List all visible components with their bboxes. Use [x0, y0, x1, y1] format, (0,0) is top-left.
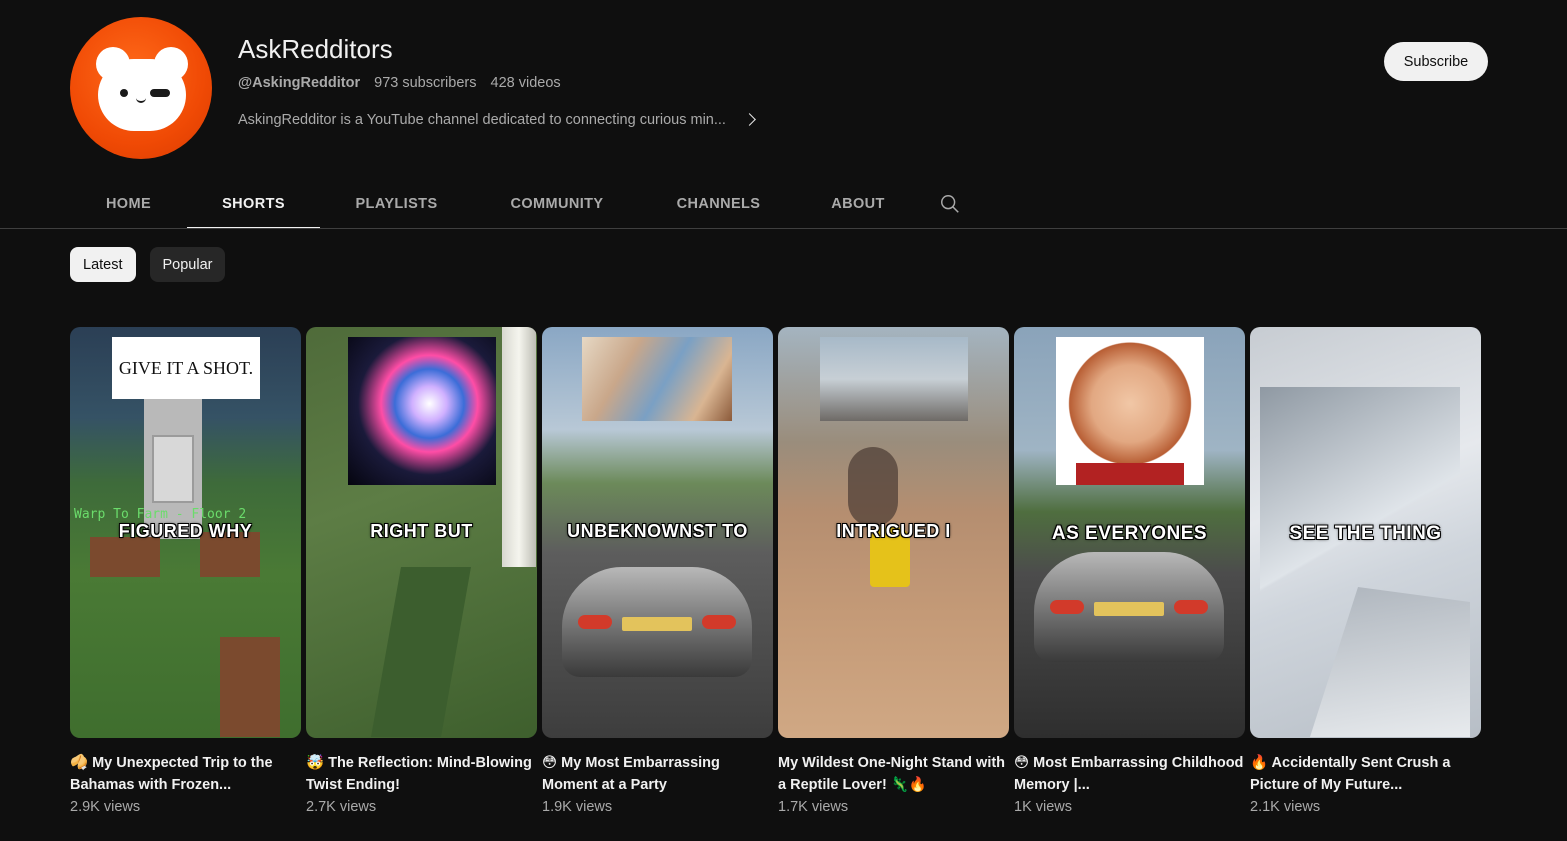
channel-header: AskRedditors @AskingRedditor 973 subscri… [70, 17, 1490, 159]
thumb-caption: RIGHT BUT [370, 521, 473, 541]
tabs-divider [0, 228, 1567, 229]
description-text: AskingRedditor is a YouTube channel dedi… [238, 112, 726, 128]
thumb-inset-image [348, 337, 496, 485]
channel-name: AskRedditors [238, 34, 393, 64]
chip-latest[interactable]: Latest [70, 247, 136, 282]
short-views: 1.7K views [778, 799, 849, 815]
thumb-scenery [1094, 602, 1164, 616]
short-card[interactable]: UNBEKNOWNST TO 😳 My Most Embarrassing Mo… [542, 327, 773, 815]
tab-about[interactable]: ABOUT [796, 178, 920, 229]
short-card[interactable]: AS EVERYONES 😳 Most Embarrassing Childho… [1014, 327, 1245, 815]
chip-popular[interactable]: Popular [149, 247, 226, 282]
short-title[interactable]: 🥠 My Unexpected Trip to the Bahamas with… [70, 752, 301, 796]
short-views: 2.9K views [70, 799, 141, 815]
short-views: 2.7K views [306, 799, 377, 815]
short-title[interactable]: My Wildest One-Night Stand with a Reptil… [778, 752, 1009, 796]
thumb-scenery [702, 615, 736, 629]
thumb-scenery [622, 617, 692, 631]
short-card[interactable]: RIGHT BUT 🤯 The Reflection: Mind-Blowing… [306, 327, 537, 815]
short-thumbnail[interactable]: Warp To Farm - Floor 2 GIVE IT A SHOT. F… [70, 327, 301, 738]
short-thumbnail[interactable]: RIGHT BUT [306, 327, 537, 738]
thumb-scenery [220, 637, 280, 737]
sort-chips: Latest Popular [70, 247, 226, 282]
short-card[interactable]: SEE THE THING 🔥 Accidentally Sent Crush … [1250, 327, 1481, 815]
subscriber-count: 973 subscribers [374, 75, 477, 91]
thumb-scenery [371, 567, 471, 737]
short-title[interactable]: 😳 Most Embarrassing Childhood Memory |..… [1014, 752, 1245, 796]
thumb-game-text: Warp To Farm - Floor 2 [74, 507, 247, 522]
short-title[interactable]: 🔥 Accidentally Sent Crush a Picture of M… [1250, 752, 1481, 796]
short-views: 2.1K views [1250, 799, 1321, 815]
tab-shorts[interactable]: SHORTS [187, 178, 320, 229]
thumb-inset-image [1056, 337, 1204, 485]
video-count: 428 videos [490, 75, 561, 91]
short-views: 1K views [1014, 799, 1073, 815]
tab-community[interactable]: COMMUNITY [473, 178, 641, 229]
short-card[interactable]: INTRIGUED I My Wildest One-Night Stand w… [778, 327, 1009, 815]
thumb-caption: INTRIGUED I [836, 521, 951, 541]
thumb-car [1034, 552, 1224, 662]
thumb-scenery [578, 615, 612, 629]
thumb-caption: AS EVERYONES [1051, 523, 1208, 544]
thumb-caption: UNBEKNOWNST TO [567, 521, 748, 541]
thumb-scenery [1076, 463, 1184, 485]
thumb-scenery [1050, 600, 1084, 614]
short-thumbnail[interactable]: UNBEKNOWNST TO [542, 327, 773, 738]
tab-home[interactable]: HOME [70, 178, 187, 229]
shorts-grid: Warp To Farm - Floor 2 GIVE IT A SHOT. F… [70, 327, 1481, 815]
tab-search[interactable] [920, 178, 980, 229]
channel-avatar[interactable] [70, 17, 212, 159]
thumb-caption: FIGURED WHY [118, 521, 253, 541]
avatar-eye [120, 89, 128, 97]
thumb-scenery [1310, 587, 1470, 737]
thumb-scenery [1260, 387, 1460, 607]
short-views: 1.9K views [542, 799, 613, 815]
short-title[interactable]: 😳 My Most Embarrassing Moment at a Party [542, 752, 773, 796]
thumb-caption: SEE THE THING [1289, 523, 1442, 544]
tab-playlists[interactable]: PLAYLISTS [320, 178, 473, 229]
search-icon[interactable] [939, 193, 961, 215]
thumb-scenery [848, 447, 898, 527]
channel-handle: @AskingRedditor [238, 75, 361, 91]
short-thumbnail[interactable]: SEE THE THING [1250, 327, 1481, 738]
channel-meta: @AskingRedditor 973 subscribers 428 vide… [238, 75, 571, 91]
channel-tabs: HOME SHORTS PLAYLISTS COMMUNITY CHANNELS… [70, 178, 980, 229]
short-title[interactable]: 🤯 The Reflection: Mind-Blowing Twist End… [306, 752, 537, 796]
avatar-wink [150, 89, 170, 97]
avatar-face [98, 59, 186, 131]
thumb-scenery [1174, 600, 1208, 614]
thumb-inset-image [582, 337, 732, 421]
thumb-scenery [152, 435, 194, 503]
chevron-right-icon[interactable] [742, 111, 760, 129]
short-thumbnail[interactable]: AS EVERYONES [1014, 327, 1245, 738]
tab-channels[interactable]: CHANNELS [641, 178, 796, 229]
thumb-car [562, 567, 752, 677]
subscribe-button[interactable]: Subscribe [1384, 42, 1488, 81]
thumb-scenery [90, 537, 160, 577]
thumb-inset-image: GIVE IT A SHOT. [112, 337, 260, 399]
thumb-inset-image [820, 337, 968, 421]
channel-description[interactable]: AskingRedditor is a YouTube channel dedi… [238, 111, 760, 129]
short-card[interactable]: Warp To Farm - Floor 2 GIVE IT A SHOT. F… [70, 327, 301, 815]
short-thumbnail[interactable]: INTRIGUED I [778, 327, 1009, 738]
